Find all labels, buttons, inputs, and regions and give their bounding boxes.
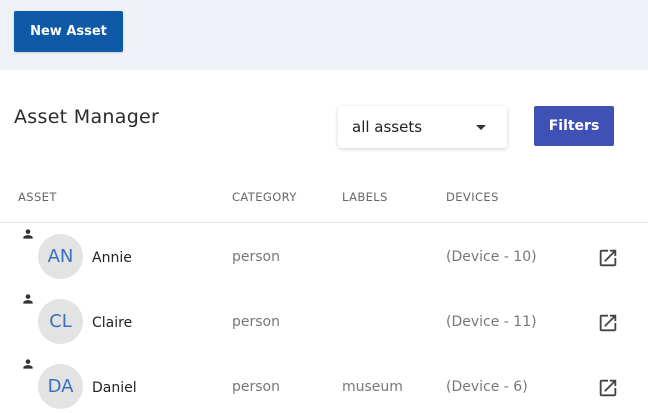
new-asset-button[interactable]: New Asset	[14, 11, 123, 52]
open-in-new-icon[interactable]	[597, 377, 619, 399]
column-header-devices[interactable]: DEVICES	[446, 190, 499, 204]
page-title: Asset Manager	[14, 106, 160, 128]
asset-category: person	[232, 314, 280, 330]
table-row[interactable]: DA Daniel person museum (Device - 6)	[0, 354, 648, 413]
asset-name: Claire	[92, 315, 133, 331]
asset-devices: (Device - 6)	[446, 379, 528, 395]
filters-button[interactable]: Filters	[534, 106, 614, 146]
column-header-asset[interactable]: ASSET	[18, 190, 57, 204]
asset-name: Daniel	[92, 380, 137, 396]
person-icon	[23, 359, 33, 369]
open-in-new-icon[interactable]	[597, 247, 619, 269]
table-row[interactable]: CL Claire person (Device - 11)	[0, 289, 648, 354]
avatar: CL	[38, 299, 83, 344]
header-divider	[0, 222, 648, 223]
asset-category: person	[232, 379, 280, 395]
person-icon	[23, 294, 33, 304]
person-icon	[23, 229, 33, 239]
open-in-new-icon[interactable]	[597, 312, 619, 334]
asset-devices: (Device - 11)	[446, 314, 537, 330]
asset-category: person	[232, 249, 280, 265]
avatar: DA	[38, 364, 83, 409]
avatar: AN	[38, 234, 83, 279]
table-row[interactable]: AN Annie person (Device - 10)	[0, 224, 648, 289]
chevron-down-icon	[476, 125, 486, 130]
top-bar: New Asset	[0, 0, 648, 70]
column-header-labels[interactable]: LABELS	[342, 190, 388, 204]
asset-labels: museum	[342, 379, 403, 395]
asset-filter-select[interactable]: all assets	[338, 106, 507, 148]
asset-name: Annie	[92, 250, 132, 266]
asset-devices: (Device - 10)	[446, 249, 537, 265]
column-header-category[interactable]: CATEGORY	[232, 190, 297, 204]
asset-filter-value: all assets	[352, 118, 423, 136]
